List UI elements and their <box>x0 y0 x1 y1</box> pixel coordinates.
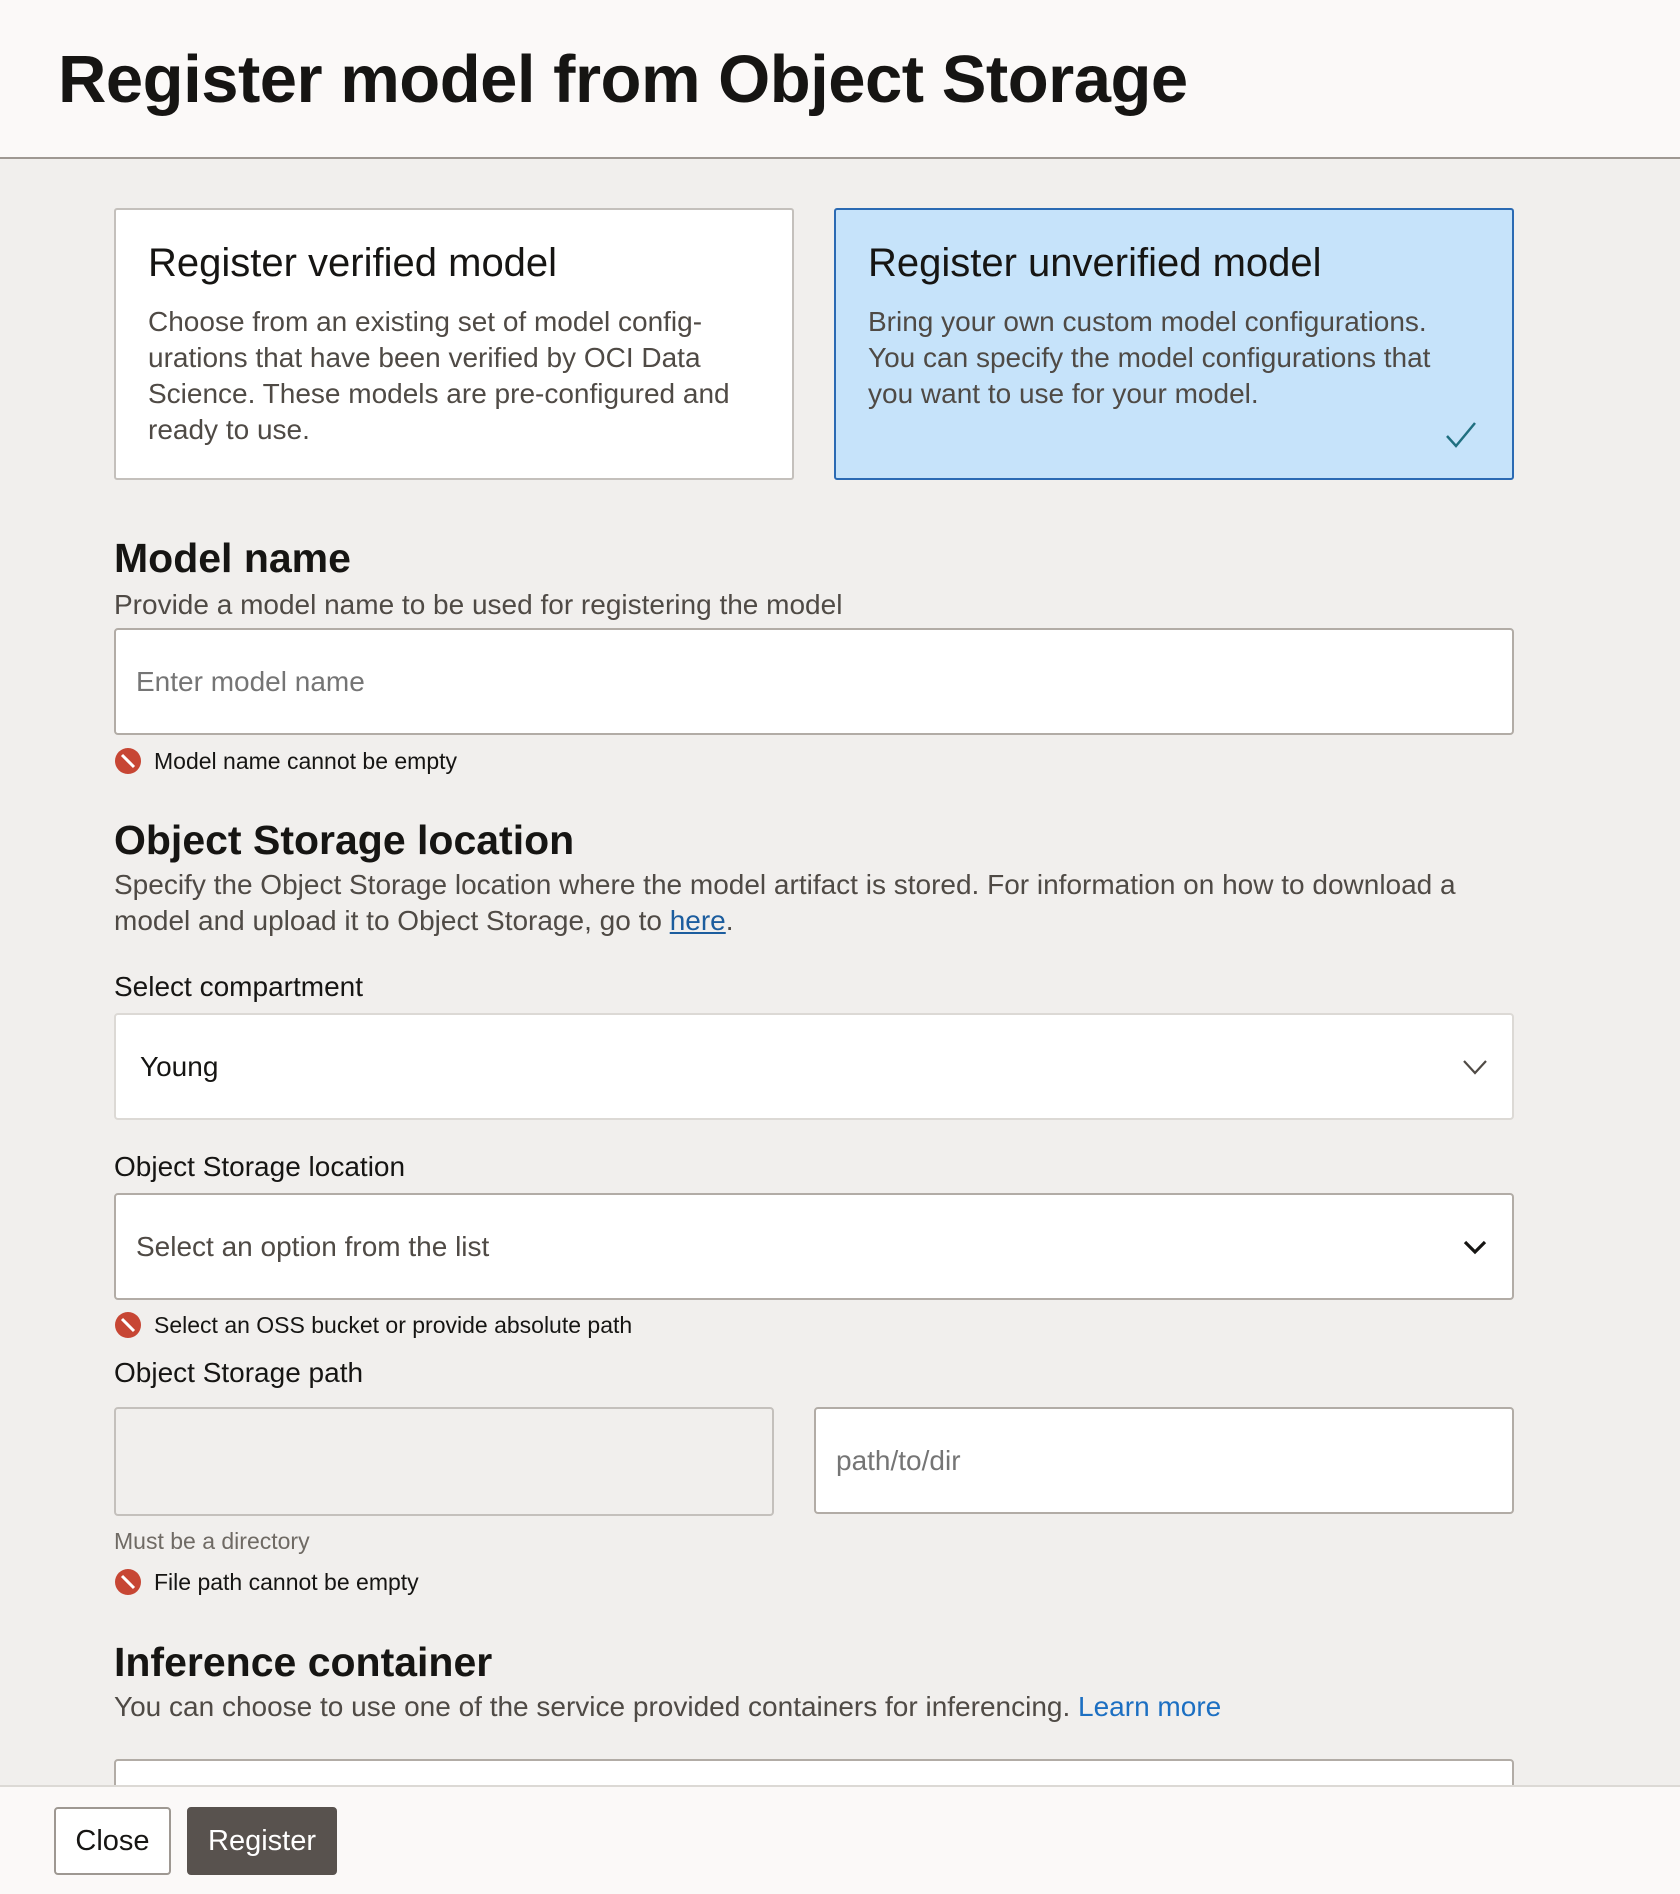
dialog-footer: Close Register <box>0 1785 1680 1894</box>
error-icon <box>115 1312 141 1338</box>
card-description: Choose from an existing set of model con… <box>148 306 730 445</box>
learn-more-link[interactable]: Learn more <box>1078 1691 1221 1722</box>
location-select[interactable]: Select an option from the list <box>114 1193 1514 1300</box>
model-name-description: Provide a model name to be used for regi… <box>114 589 843 620</box>
path-label: Object Storage path <box>114 1357 364 1388</box>
dialog-content: Register verified model Choose from an e… <box>0 159 1680 1785</box>
chevron-down-icon <box>1463 1240 1487 1254</box>
model-name-heading: Model name <box>114 535 351 581</box>
inference-description: You can choose to use one of the service… <box>114 1689 1514 1725</box>
card-title: Register unverified model <box>868 241 1322 285</box>
object-storage-heading: Object Storage location <box>114 817 575 863</box>
card-title: Register verified model <box>148 241 558 285</box>
model-name-error: Model name cannot be empty <box>114 746 457 776</box>
error-icon <box>115 1569 141 1595</box>
description-suffix: . <box>725 905 734 936</box>
page-title: Register model from Object Storage <box>58 42 1188 117</box>
compartment-label: Select compartment <box>114 971 363 1002</box>
card-description: Bring your own custom model configuratio… <box>868 306 1431 409</box>
check-icon <box>1446 422 1476 448</box>
path-error: File path cannot be empty <box>114 1567 419 1597</box>
location-placeholder: Select an option from the list <box>136 1230 490 1262</box>
error-icon <box>115 748 141 774</box>
error-text: Select an OSS bucket or provide absolute… <box>154 1312 633 1338</box>
inference-container-select[interactable] <box>114 1759 1514 1785</box>
path-input[interactable] <box>814 1407 1514 1514</box>
location-error: Select an OSS bucket or provide absolute… <box>114 1310 632 1340</box>
location-label: Object Storage location <box>114 1151 406 1182</box>
error-text: File path cannot be empty <box>154 1569 419 1595</box>
here-link[interactable]: here <box>670 905 726 936</box>
register-button[interactable]: Register <box>187 1807 337 1875</box>
compartment-value: Young <box>140 1050 219 1082</box>
description-text: Specify the Object Storage location wher… <box>114 869 1456 936</box>
verified-model-card[interactable]: Register verified model Choose from an e… <box>114 208 794 480</box>
compartment-select[interactable]: Young <box>114 1013 1514 1120</box>
error-text: Model name cannot be empty <box>154 748 458 774</box>
description-text: You can choose to use one of the service… <box>114 1691 1079 1722</box>
model-name-input[interactable] <box>114 628 1514 735</box>
inference-heading: Inference container <box>114 1639 493 1685</box>
path-prefix-field <box>114 1407 774 1516</box>
close-button[interactable]: Close <box>54 1807 171 1875</box>
unverified-model-card[interactable]: Register unverified model Bring your own… <box>834 208 1514 480</box>
dialog-header: Register model from Object Storage <box>0 0 1680 159</box>
chevron-down-icon <box>1463 1059 1487 1075</box>
path-helper-text: Must be a directory <box>114 1528 310 1554</box>
object-storage-description: Specify the Object Storage location wher… <box>114 867 1534 939</box>
